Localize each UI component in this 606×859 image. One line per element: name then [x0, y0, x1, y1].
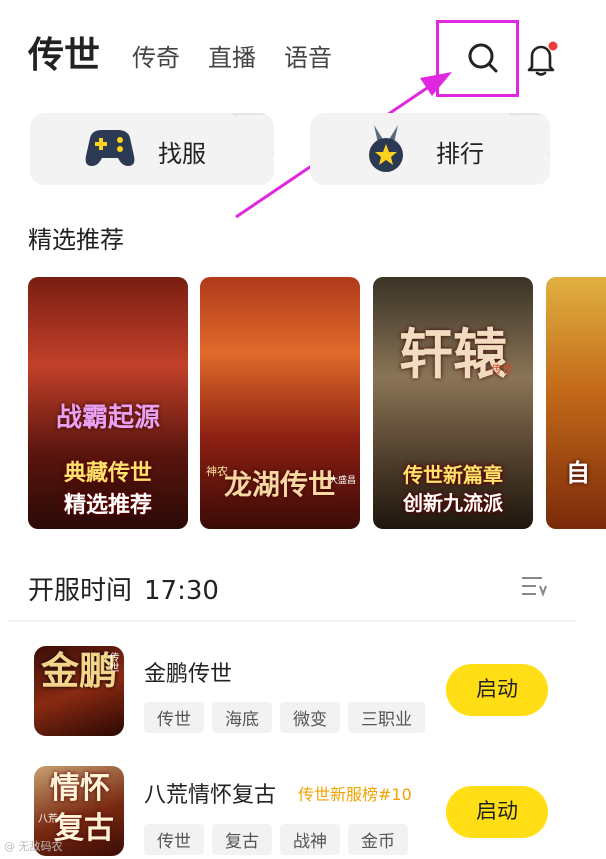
divider: [8, 620, 576, 622]
tab-voice[interactable]: 语音: [284, 38, 332, 78]
poster-title: 战霸起源: [55, 403, 160, 433]
game-icon-seal: 传世: [107, 652, 118, 672]
search-icon[interactable]: [466, 41, 500, 75]
find-server-label: 找服: [158, 140, 206, 168]
game-name[interactable]: 金鹏传世: [144, 656, 232, 688]
tab-live[interactable]: 直播: [208, 38, 256, 78]
poster-line: 精选推荐: [63, 493, 152, 518]
featured-section-title: 精选推荐: [28, 226, 124, 254]
game-tag: 海底: [212, 702, 272, 733]
game-icon: 金鹏 传世: [34, 646, 124, 736]
game-list-item[interactable]: 金鹏 传世 金鹏传世 传世 海底 微变 三职业 启动: [0, 644, 606, 754]
poster-corner: 大盛昌: [328, 476, 356, 486]
game-icon-title: 复古: [54, 811, 114, 846]
open-time-value: 17:30: [144, 576, 219, 606]
rank-badge: 传世新服榜#10: [298, 785, 412, 804]
poster-seal: 传世: [491, 363, 513, 376]
poster-line: 典藏传世: [63, 461, 152, 486]
notification-dot: [548, 41, 558, 51]
notification-bell-icon[interactable]: [524, 40, 558, 76]
featured-carousel[interactable]: 战霸起源 典藏传世 精选推荐 龙湖传世 神农 大盛昌 轩辕 传世 传世新篇章 创…: [28, 277, 606, 529]
top-tab-bar: 传世 传奇 直播 语音: [28, 34, 360, 78]
poster-line: 传世新篇章: [403, 463, 503, 487]
poster-title: 自: [566, 459, 590, 487]
game-tag: 金币: [348, 824, 408, 855]
card-decoration: [500, 113, 550, 165]
game-tag: 微变: [280, 702, 340, 733]
featured-poster[interactable]: 自: [546, 277, 606, 529]
game-icon-title: 情怀: [50, 771, 110, 806]
tab-chuanqi[interactable]: 传奇: [132, 38, 180, 78]
card-decoration: [224, 113, 274, 165]
gamepad-icon: [85, 130, 135, 166]
poster-line: 创新九流派: [403, 491, 503, 515]
watermark: @ 无敌码农: [4, 840, 63, 853]
game-tag: 传世: [144, 702, 204, 733]
game-tag: 传世: [144, 824, 204, 855]
game-tag: 三职业: [348, 702, 425, 733]
game-list-item[interactable]: 情怀 八荒 复古 八荒情怀复古 传世新服榜#10 传世 复古 战神 金币 启动: [0, 766, 606, 859]
launch-button[interactable]: 启动: [446, 664, 548, 716]
game-tag: 复古: [212, 824, 272, 855]
ranking-button[interactable]: 排行: [310, 113, 550, 185]
game-tags: 传世 海底 微变 三职业: [144, 702, 433, 733]
tab-chuanshi[interactable]: 传世: [28, 34, 100, 78]
poster-subtitle: 神农: [206, 465, 228, 478]
find-server-button[interactable]: 找服: [30, 113, 274, 185]
medal-icon: [369, 125, 403, 172]
featured-poster[interactable]: 龙湖传世 神农 大盛昌: [200, 277, 360, 529]
game-tags: 传世 复古 战神 金币: [144, 824, 416, 855]
open-time-header: 开服时间 17:30: [28, 570, 219, 607]
game-tag: 战神: [280, 824, 340, 855]
featured-poster[interactable]: 轩辕 传世 传世新篇章 创新九流派: [373, 277, 533, 529]
launch-button[interactable]: 启动: [446, 786, 548, 838]
ranking-label: 排行: [436, 140, 484, 168]
open-time-label: 开服时间: [28, 576, 133, 606]
game-name[interactable]: 八荒情怀复古: [144, 777, 276, 809]
featured-poster[interactable]: 战霸起源 典藏传世 精选推荐: [28, 277, 188, 529]
sort-list-icon[interactable]: [520, 574, 548, 600]
